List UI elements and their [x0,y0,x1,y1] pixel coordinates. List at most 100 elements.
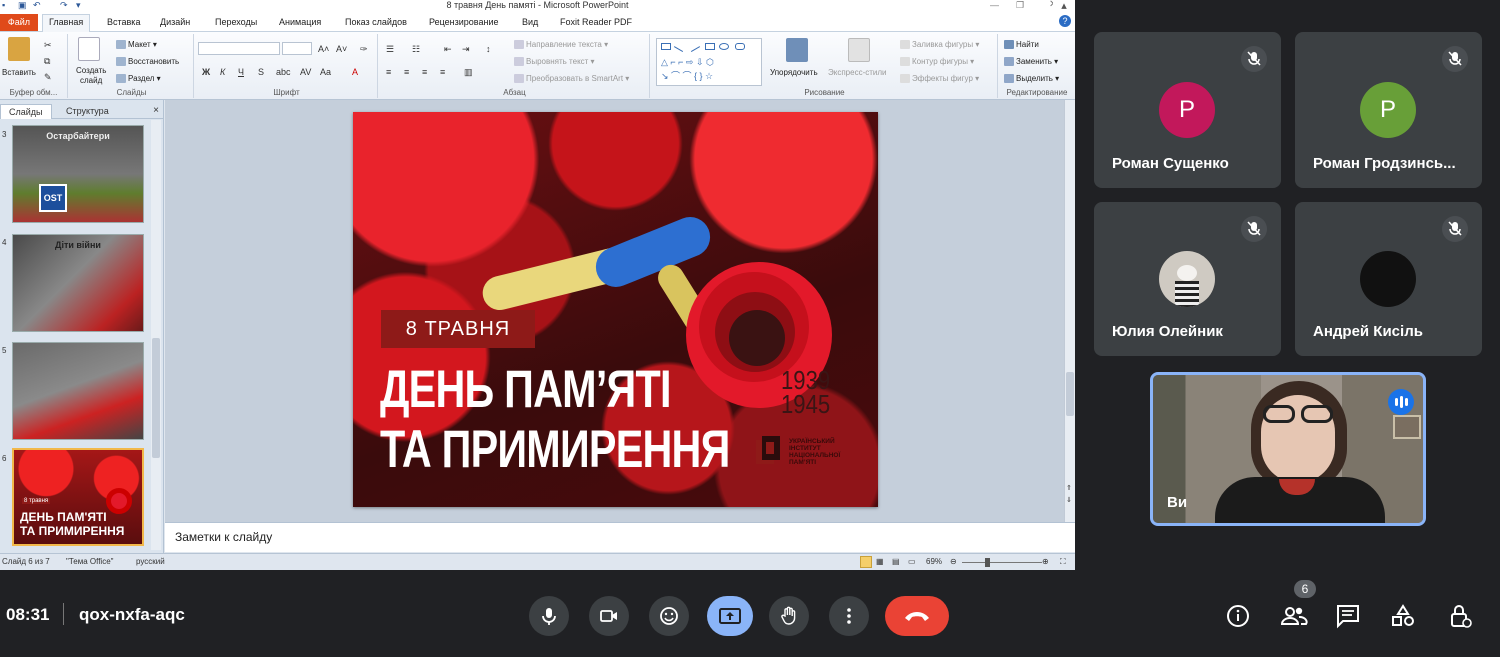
theme-name[interactable]: "Тема Office" [66,554,114,570]
participant-tile[interactable]: Андрей Кисіль [1295,202,1482,356]
cut-icon[interactable]: ✂ [44,40,52,50]
curve-shape-icon[interactable]: ↘ ⌒ ⌒ { } ☆ [661,71,713,81]
scroll-up-icon[interactable]: ▴ [1053,0,1075,12]
scrollbar-thumb[interactable] [152,338,160,458]
close-pane-icon[interactable]: × [153,105,159,116]
more-options-button[interactable] [829,596,869,636]
new-slide-button-line2[interactable]: слайд [80,76,102,86]
slide-thumbnail[interactable]: Остарбайтери OST [12,125,144,223]
line-shape-icon[interactable] [687,40,701,53]
participant-tile[interactable]: Р Роман Гродзинсь... [1295,32,1482,188]
next-slide-icon[interactable]: ⇓ [1066,496,1072,506]
numbering-icon[interactable]: ☷ [412,44,420,54]
align-right-icon[interactable]: ≡ [422,67,427,77]
prev-slide-icon[interactable]: ⇑ [1066,484,1072,494]
zoom-in-icon[interactable]: ⊕ [1042,554,1049,570]
tab-insert[interactable]: Вставка [107,15,140,29]
zoom-level[interactable]: 69% [926,554,942,570]
end-call-button[interactable] [885,596,949,636]
slides-pane-scrollbar[interactable] [151,120,161,550]
reset-button[interactable]: Восстановить [116,57,179,67]
reactions-button[interactable] [649,596,689,636]
quick-styles-button[interactable]: Экспресс-стили [828,68,887,78]
columns-icon[interactable]: ▥ [464,67,473,77]
tab-animation[interactable]: Анимация [279,15,321,29]
tab-outline-pane[interactable]: Структура [58,104,117,119]
paste-button[interactable]: Вставить [2,68,36,78]
shadow-button[interactable]: abc [276,67,291,77]
shapes-gallery[interactable]: △ ⌐ ⌐ ⇨ ⇩ ⬡ ↘ ⌒ ⌒ { } ☆ [656,38,762,86]
zoom-out-icon[interactable]: ⊖ [950,554,957,570]
rectangle-shape-icon[interactable] [661,43,671,50]
find-button[interactable]: Найти [1004,40,1039,50]
align-text-button[interactable]: Выровнять текст ▾ [514,57,595,67]
zoom-slider-handle[interactable] [985,558,990,567]
line-spacing-icon[interactable]: ↕ [486,44,491,54]
bold-button[interactable]: Ж [202,67,210,77]
paste-icon[interactable] [8,37,30,61]
align-center-icon[interactable]: ≡ [404,67,409,77]
font-family-combo[interactable] [198,42,280,55]
oval-shape-icon[interactable] [719,43,729,50]
rectangle-shape-icon[interactable] [705,43,715,50]
activities-icon[interactable] [1390,603,1416,629]
shape-fill-button[interactable]: Заливка фигуры ▾ [900,40,979,50]
copy-icon[interactable]: ⧉ [44,56,50,66]
zoom-slider[interactable] [962,562,1042,563]
shrink-font-icon[interactable]: A˅ [336,44,347,54]
self-video-tile[interactable]: Ви [1150,372,1426,526]
arrange-button[interactable]: Упорядочить [770,68,818,78]
layout-button[interactable]: Макет ▾ [116,40,157,50]
format-painter-icon[interactable]: ✎ [44,72,52,82]
microphone-button[interactable] [529,596,569,636]
chat-icon[interactable] [1335,603,1361,629]
arrange-icon[interactable] [786,38,808,62]
triangle-shape-icon[interactable]: △ ⌐ ⌐ ⇨ ⇩ ⬡ [661,57,714,67]
increase-indent-icon[interactable]: ⇥ [462,44,470,54]
tab-review[interactable]: Рецензирование [429,15,499,29]
bullets-icon[interactable]: ☰ [386,44,394,54]
line-shape-icon[interactable] [673,40,687,53]
strikethrough-button[interactable]: S [258,67,264,77]
notes-field[interactable]: Заметки к слайду [165,522,1075,552]
tab-home[interactable]: Главная [42,14,91,33]
font-size-combo[interactable] [282,42,312,55]
restore-icon[interactable]: ❐ [1016,0,1024,10]
tab-view[interactable]: Вид [522,15,538,29]
tab-design[interactable]: Дизайн [160,15,190,29]
participant-tile[interactable]: Юлия Олейник [1094,202,1281,356]
tab-foxit[interactable]: Foxit Reader PDF [560,15,632,29]
slide-scrollbar[interactable]: ⇑ ⇓ [1064,100,1075,522]
text-direction-button[interactable]: Направление текста ▾ [514,40,608,50]
scrollbar-thumb[interactable] [1066,372,1074,416]
select-button[interactable]: Выделить ▾ [1004,74,1059,84]
tab-file[interactable]: Файл [0,14,38,31]
tab-transitions[interactable]: Переходы [215,15,257,29]
participant-tile[interactable]: Р Роман Сущенко [1094,32,1281,188]
slide-sorter-icon[interactable]: ▦ [876,554,884,570]
slide-thumbnail[interactable] [12,342,144,440]
rounded-rect-shape-icon[interactable] [735,43,745,50]
italic-button[interactable]: К [220,67,225,77]
smartart-button[interactable]: Преобразовать в SmartArt ▾ [514,74,629,84]
change-case-button[interactable]: Aa [320,67,331,77]
host-controls-icon[interactable] [1447,603,1473,629]
minimize-icon[interactable]: — [990,0,999,10]
shape-outline-button[interactable]: Контур фигуры ▾ [900,57,974,67]
people-icon[interactable] [1280,603,1308,629]
tab-slides-pane[interactable]: Слайды [0,104,52,119]
fit-to-window-icon[interactable]: ⛶ [1060,554,1066,570]
normal-view-icon[interactable] [860,556,872,568]
char-spacing-button[interactable]: AV [300,67,311,77]
replace-button[interactable]: Заменить ▾ [1004,57,1058,67]
reading-view-icon[interactable]: ▤ [892,554,900,570]
quick-styles-icon[interactable] [848,38,870,62]
new-slide-button-line1[interactable]: Создать [76,66,106,76]
clear-format-icon[interactable]: ✑ [360,44,368,54]
tab-slideshow[interactable]: Показ слайдов [345,15,407,29]
font-color-button[interactable]: A [352,67,358,77]
slide-thumbnail[interactable]: Діти війни [12,234,144,332]
current-slide[interactable]: 8 ТРАВНЯ ДЕНЬ ПАМ’ЯТІ ТА ПРИМИРЕННЯ 1939… [353,112,878,507]
present-button[interactable] [707,596,753,636]
help-icon[interactable]: ? [1059,15,1071,27]
